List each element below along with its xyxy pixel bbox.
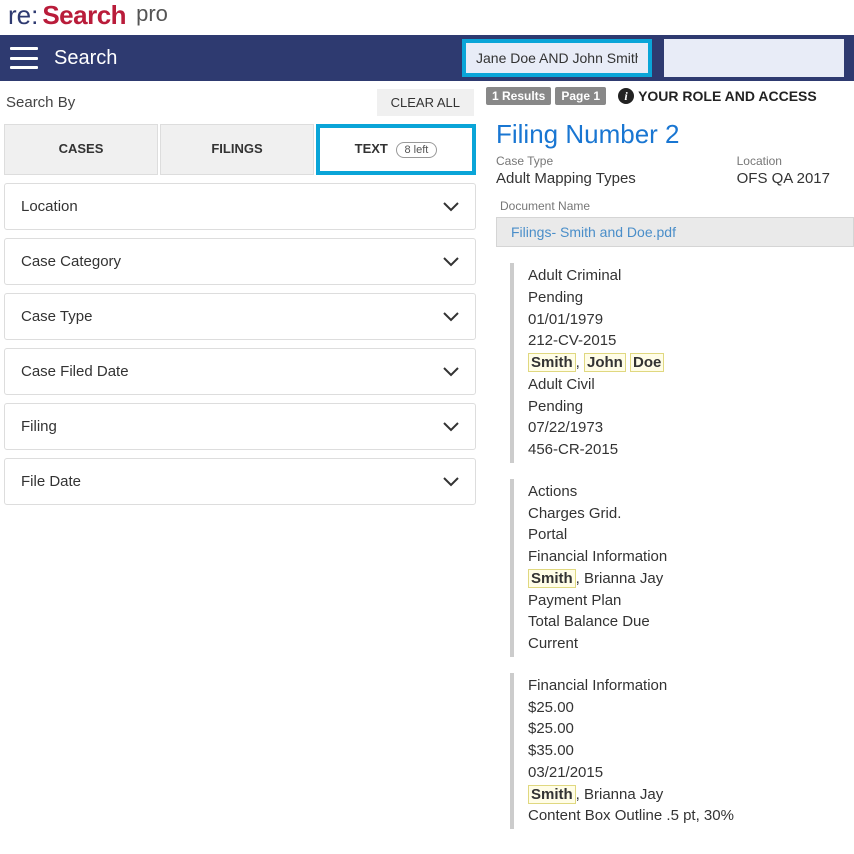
role-access-link[interactable]: i YOUR ROLE AND ACCESS — [618, 88, 817, 104]
tab-text-badge: 8 left — [396, 142, 438, 158]
highlight-smith: Smith — [528, 785, 576, 804]
results-panel: 1 Results Page 1 i YOUR ROLE AND ACCESS … — [480, 81, 854, 829]
search-bar-extension — [664, 39, 844, 77]
location-label: Location — [737, 154, 830, 168]
results-count-pill: 1 Results — [486, 87, 551, 105]
filter-filing[interactable]: Filing — [4, 403, 476, 450]
snippet-block-1: Adult Criminal Pending 01/01/1979 212-CV… — [510, 263, 854, 463]
filter-case-filed-date[interactable]: Case Filed Date — [4, 348, 476, 395]
search-input[interactable] — [466, 43, 648, 73]
document-name-bar: Filings- Smith and Doe.pdf — [496, 217, 854, 247]
tab-cases[interactable]: CASES — [4, 124, 158, 175]
filter-file-date[interactable]: File Date — [4, 458, 476, 505]
chevron-down-icon — [443, 474, 459, 490]
logo-re: re: — [8, 0, 38, 31]
tab-text[interactable]: TEXT 8 left — [316, 124, 476, 175]
info-icon: i — [618, 88, 634, 104]
case-type-value: Adult Mapping Types — [496, 170, 636, 187]
search-box-highlight — [462, 39, 652, 77]
logo-pro: pro — [136, 1, 168, 27]
clear-all-button[interactable]: CLEAR ALL — [377, 89, 474, 116]
snippet-block-2: Actions Charges Grid. Portal Financial I… — [510, 479, 854, 657]
location-value: OFS QA 2017 — [737, 170, 830, 187]
search-tabs: CASES FILINGS TEXT 8 left — [0, 124, 480, 183]
chevron-down-icon — [443, 199, 459, 215]
document-name-link[interactable]: Filings- Smith and Doe.pdf — [511, 224, 676, 240]
tab-text-label: TEXT — [355, 141, 388, 156]
filter-case-category[interactable]: Case Category — [4, 238, 476, 285]
logo-search: Search — [42, 0, 126, 31]
snippet-highlight-line: Smith, John Doe — [528, 352, 854, 374]
filing-title-link[interactable]: Filing Number 2 — [482, 111, 854, 154]
snippet-block-3: Financial Information $25.00 $25.00 $35.… — [510, 673, 854, 829]
filter-case-type[interactable]: Case Type — [4, 293, 476, 340]
highlight-smith: Smith — [528, 569, 576, 588]
menu-icon[interactable] — [10, 47, 38, 69]
tab-filings[interactable]: FILINGS — [160, 124, 314, 175]
highlight-john: John — [584, 353, 626, 372]
chevron-down-icon — [443, 309, 459, 325]
logo-bar: re:Search pro — [0, 0, 854, 35]
snippet-highlight-line: Smith, Brianna Jay — [528, 568, 854, 590]
nav-bar: Search — [0, 35, 854, 81]
filter-location[interactable]: Location — [4, 183, 476, 230]
left-panel: Search By CLEAR ALL CASES FILINGS TEXT 8… — [0, 81, 480, 829]
highlight-smith: Smith — [528, 353, 576, 372]
chevron-down-icon — [443, 254, 459, 270]
nav-title: Search — [54, 47, 117, 70]
document-name-label: Document Name — [482, 195, 854, 217]
highlight-doe: Doe — [630, 353, 664, 372]
snippet-highlight-line: Smith, Brianna Jay — [528, 784, 854, 806]
chevron-down-icon — [443, 419, 459, 435]
chevron-down-icon — [443, 364, 459, 380]
case-type-label: Case Type — [496, 154, 636, 168]
results-page-pill: Page 1 — [555, 87, 606, 105]
case-type-block: Case Type Adult Mapping Types — [496, 154, 636, 187]
location-block: Location OFS QA 2017 — [737, 154, 830, 187]
search-by-label: Search By — [6, 94, 75, 111]
